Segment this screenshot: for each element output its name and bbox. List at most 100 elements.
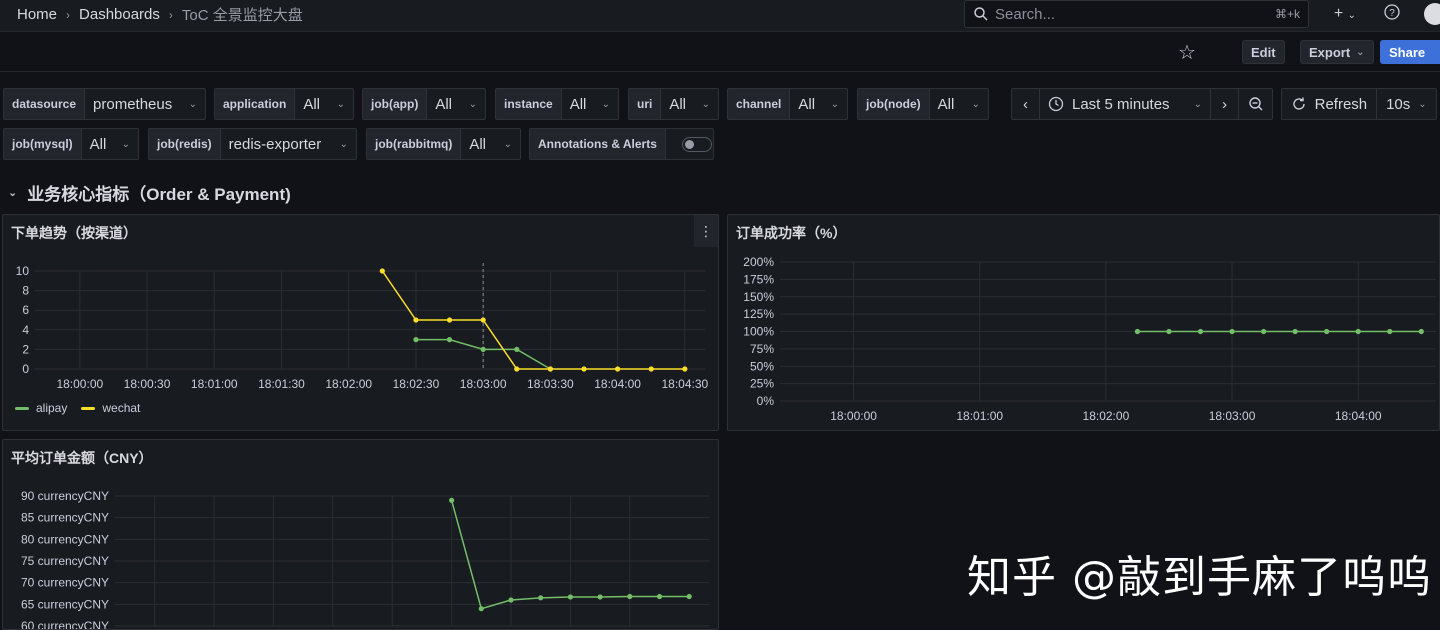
var-job-rabbitmq[interactable]: job(rabbitmq) All ⌄ [366,128,521,160]
var-value: All [469,135,486,153]
y-tick-label: 60 currencyCNY [21,619,109,630]
data-point [1166,328,1172,335]
export-button[interactable]: Export ⌄ [1300,40,1374,64]
y-tick-label: 150% [743,290,774,304]
clock-icon [1048,96,1064,112]
x-tick-label: 18:02:00 [1083,409,1130,423]
chevron-down-icon: ⌄ [8,187,18,199]
svg-text:?: ? [1389,8,1395,19]
data-point [508,597,514,603]
top-icons: + ⌄ ? [1334,0,1440,28]
annotations-toggle-group: Annotations & Alerts [529,128,714,160]
y-tick-label: 200% [743,255,774,269]
chevron-right-icon: › [66,7,71,22]
var-application[interactable]: application All ⌄ [214,88,354,120]
data-point [581,366,587,372]
time-back-button[interactable]: ‹ [1012,89,1040,119]
time-range-picker[interactable]: Last 5 minutes ⌄ [1040,89,1211,119]
data-point [1355,328,1361,335]
chevron-down-icon: ⌄ [1356,46,1365,58]
chart-legend: alipay wechat [15,401,140,415]
refresh-interval: 10s [1386,95,1411,113]
y-tick-label: 8 [22,284,29,298]
data-point [449,497,455,503]
legend-item-alipay[interactable]: alipay [15,401,67,415]
var-label: job(mysql) [4,129,82,159]
x-tick-label: 18:03:30 [527,377,574,391]
x-tick-label: 18:01:30 [258,377,305,391]
breadcrumb-dashboards[interactable]: Dashboards [79,6,160,23]
breadcrumb-current: ToC 全景监控大盘 [181,7,303,24]
data-point [1260,328,1267,335]
refresh-label: Refresh [1314,95,1368,113]
data-point [1229,328,1235,335]
y-tick-label: 65 currencyCNY [21,597,109,611]
chevron-down-icon: ⌄ [830,98,839,110]
zoom-out-button[interactable] [1239,89,1272,119]
y-tick-label: 85 currencyCNY [21,511,109,525]
data-point [1418,328,1424,335]
var-datasource[interactable]: datasource prometheus ⌄ [3,88,206,120]
data-point [1324,328,1330,335]
x-tick-label: 18:01:00 [956,409,1003,423]
star-icon[interactable]: ☆ [1178,40,1196,65]
x-tick-label: 18:04:00 [594,377,641,391]
avatar[interactable] [1424,3,1440,25]
chevron-down-icon: ⌄ [1193,98,1202,110]
var-job-app[interactable]: job(app) All ⌄ [362,88,486,120]
data-point [656,593,663,600]
zoom-out-icon [1248,97,1262,111]
panel-success-rate: 订单成功率（%） 0% 25% 50% 75% 100% 125% 150% 175% 200%… [727,214,1440,431]
y-tick-label: 100% [743,325,774,339]
y-tick-label: 90 currencyCNY [21,489,109,503]
var-job-node[interactable]: job(node) All ⌄ [857,88,989,120]
var-label: job(rabbitmq) [367,129,462,159]
row-header[interactable]: ⌄ 业务核心指标（Order & Payment) [8,180,291,205]
data-point [1134,328,1141,335]
success-rate-chart: 0% 25% 50% 75% 100% 125% 150% 175% 200% 18:00:00 1… [743,255,1436,423]
y-tick-label: 10 [16,264,30,278]
annotations-label: Annotations & Alerts [530,129,666,159]
x-tick-label: 18:00:30 [124,377,171,391]
y-tick-label: 0 [22,362,29,376]
refresh-group: Refresh 10s ⌄ [1281,88,1437,120]
chevron-right-icon: › [1222,95,1227,113]
var-label: application [215,89,296,119]
time-forward-button[interactable]: › [1211,89,1239,119]
x-tick-label: 18:03:00 [460,377,507,391]
export-label: Export [1309,44,1351,60]
help-icon[interactable]: ? [1384,3,1400,25]
refresh-interval-picker[interactable]: 10s ⌄ [1377,89,1436,119]
search-shortcut: ⌘+k [1274,7,1300,21]
add-icon[interactable]: + ⌄ [1334,5,1356,23]
legend-label: wechat [102,401,141,415]
chevron-right-icon: › [168,7,173,22]
var-label: uri [629,89,662,119]
top-bar: Home › Dashboards › ToC 全景监控大盘 Search...… [0,0,1440,32]
data-point [648,366,654,372]
var-job-mysql[interactable]: job(mysql) All ⌄ [3,128,139,160]
breadcrumb-home[interactable]: Home [17,6,57,23]
y-tick-label: 125% [743,307,774,321]
search-input[interactable]: Search... ⌘+k [964,0,1309,28]
time-picker-group: ‹ Last 5 minutes ⌄ › [1011,88,1273,120]
var-channel[interactable]: channel All ⌄ [727,88,848,120]
var-instance[interactable]: instance All ⌄ [495,88,619,120]
share-button[interactable]: Share [1380,40,1440,64]
data-point [1387,328,1393,335]
var-uri[interactable]: uri All ⌄ [628,88,719,120]
data-point [682,366,688,372]
legend-swatch [81,406,96,410]
annotations-toggle[interactable] [681,136,712,152]
chevron-down-icon: ⌄ [336,98,345,110]
refresh-icon [1292,97,1305,110]
var-job-redis[interactable]: job(redis) redis-exporter ⌄ [148,128,357,160]
data-point [413,317,419,323]
edit-button[interactable]: Edit [1242,40,1285,64]
var-value: prometheus [93,95,173,113]
var-label: channel [728,89,791,119]
watermark: 知乎 @敲到手麻了呜呜 [967,552,1432,603]
var-label: job(redis) [149,129,221,159]
legend-item-wechat[interactable]: wechat [81,401,140,415]
refresh-button[interactable]: Refresh [1282,89,1377,119]
